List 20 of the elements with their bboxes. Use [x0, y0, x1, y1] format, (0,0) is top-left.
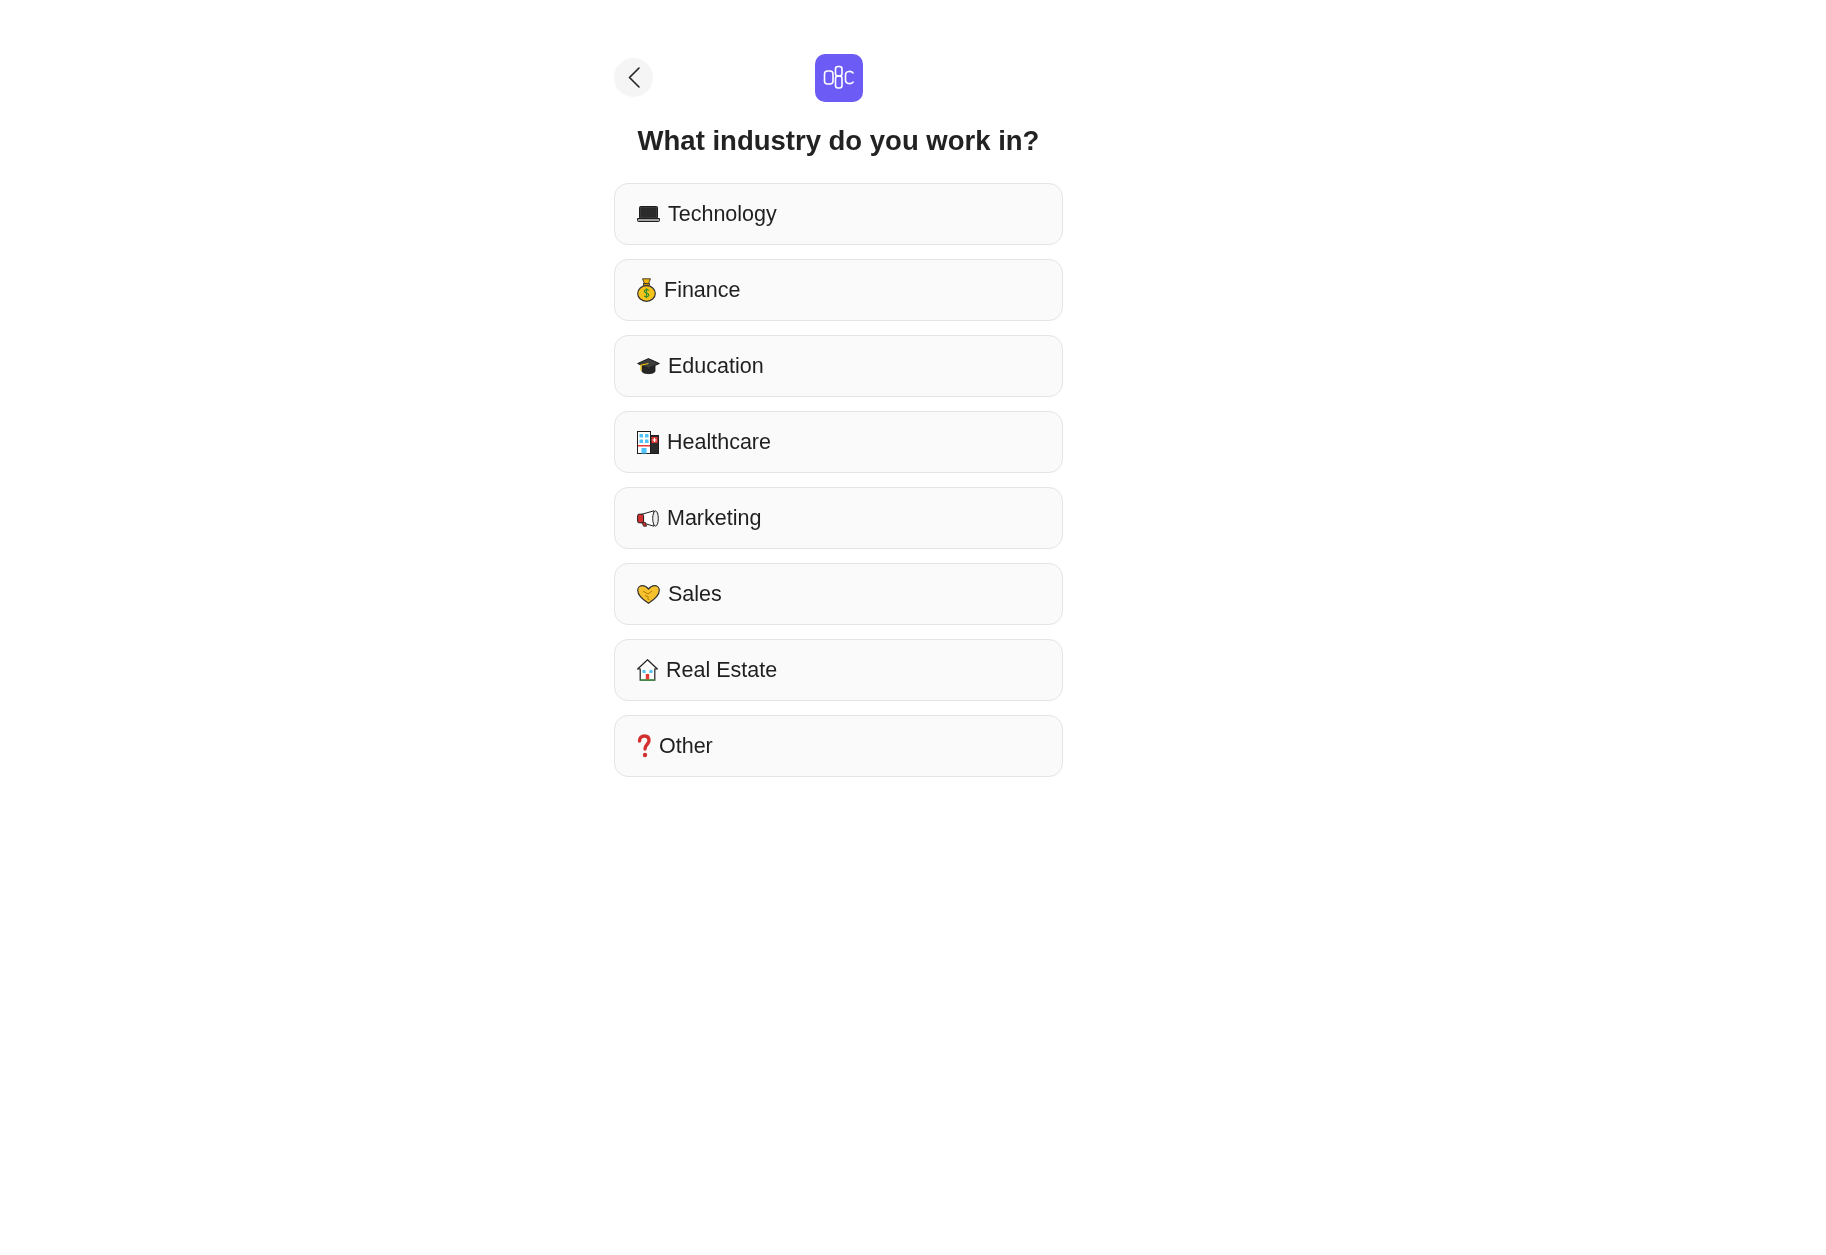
heart-icon — [637, 584, 660, 604]
back-button[interactable] — [614, 58, 653, 97]
option-button[interactable]: Other — [614, 715, 1063, 777]
option-button[interactable]: Education — [614, 335, 1063, 397]
option-button[interactable]: Sales — [614, 563, 1063, 625]
question-mark-icon — [637, 734, 651, 758]
logo-icon — [814, 54, 863, 102]
option-button[interactable]: Marketing — [614, 487, 1063, 549]
money-bag-icon — [637, 278, 656, 302]
option-button[interactable]: Real Estate — [614, 639, 1063, 701]
option-button[interactable]: Finance — [614, 259, 1063, 321]
hospital-icon — [637, 430, 659, 454]
house-icon — [637, 659, 658, 681]
option-button[interactable]: Technology — [614, 183, 1063, 245]
megaphone-icon — [637, 509, 659, 527]
chevron-left-icon — [627, 67, 640, 88]
laptop-icon — [637, 206, 660, 222]
graduation-cap-icon — [637, 357, 660, 375]
page-title: What industry do you work in? — [636, 124, 1041, 158]
option-button[interactable]: Healthcare — [614, 411, 1063, 473]
